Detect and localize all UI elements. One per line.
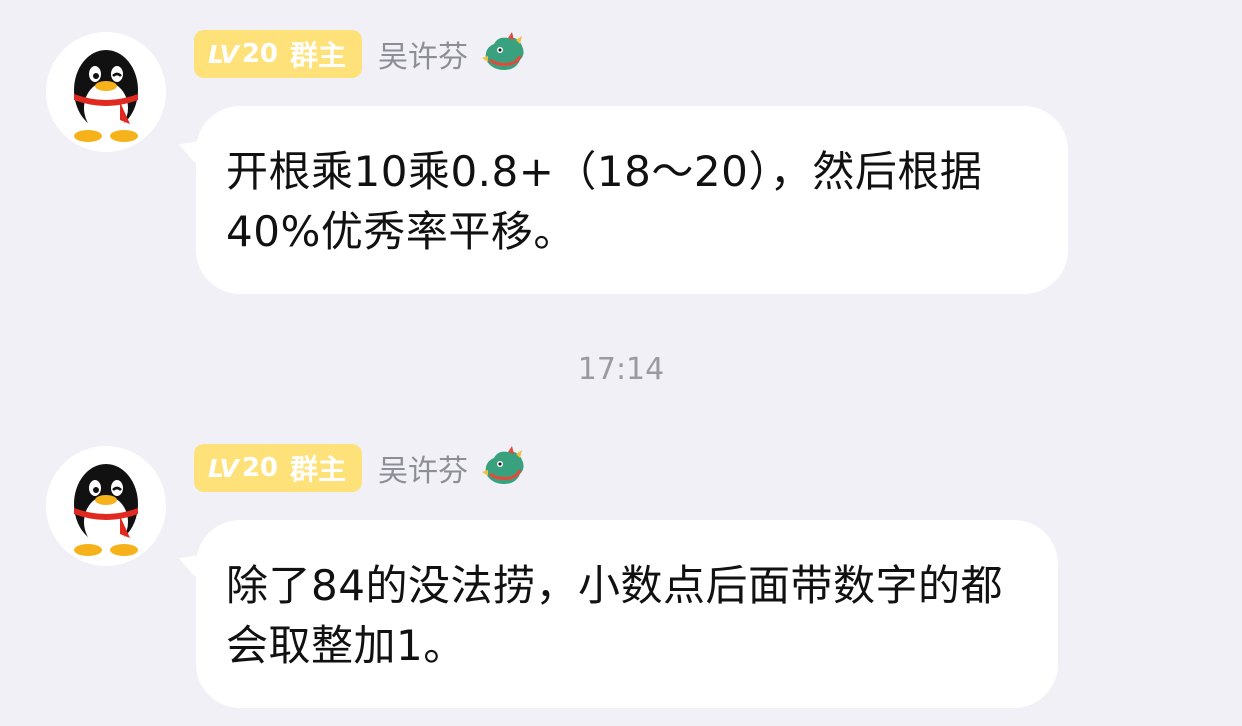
sender-meta: LV 20 群主 吴许芬 xyxy=(194,30,528,78)
dragon-icon xyxy=(480,30,528,78)
level-prefix: LV xyxy=(208,39,239,69)
avatar[interactable] xyxy=(46,446,166,566)
sender-meta: LV 20 群主 吴许芬 xyxy=(194,444,528,492)
message-text: 除了84的没法捞，小数点后面带数字的都会取整加1。 xyxy=(226,561,1003,670)
qq-penguin-icon xyxy=(46,32,166,152)
level-badge: LV 20 群主 xyxy=(194,30,363,78)
avatar[interactable] xyxy=(46,32,166,152)
level-badge: LV 20 群主 xyxy=(194,444,363,492)
message-timestamp: 17:14 xyxy=(577,352,665,387)
message-bubble[interactable]: 除了84的没法捞，小数点后面带数字的都会取整加1。 xyxy=(174,520,1058,708)
dragon-icon xyxy=(480,444,528,492)
level-prefix: LV xyxy=(208,453,239,483)
level-number: 20 xyxy=(241,39,279,69)
sender-name[interactable]: 吴许芬 xyxy=(378,446,468,490)
level-number: 20 xyxy=(241,453,279,483)
role-label: 群主 xyxy=(290,453,347,486)
message-text: 开根乘10乘0.8+（18～20），然后根据40%优秀率平移。 xyxy=(226,147,983,256)
role-label: 群主 xyxy=(290,39,347,72)
chat-view: LV 20 群主 吴许芬 开根乘10乘0.8+（18～20），然后根据40%优秀… xyxy=(0,0,1242,726)
message-bubble[interactable]: 开根乘10乘0.8+（18～20），然后根据40%优秀率平移。 xyxy=(174,106,1068,294)
qq-penguin-icon xyxy=(46,446,166,566)
bubble-tail xyxy=(174,546,204,578)
bubble-tail xyxy=(174,132,204,164)
sender-name[interactable]: 吴许芬 xyxy=(378,32,468,76)
